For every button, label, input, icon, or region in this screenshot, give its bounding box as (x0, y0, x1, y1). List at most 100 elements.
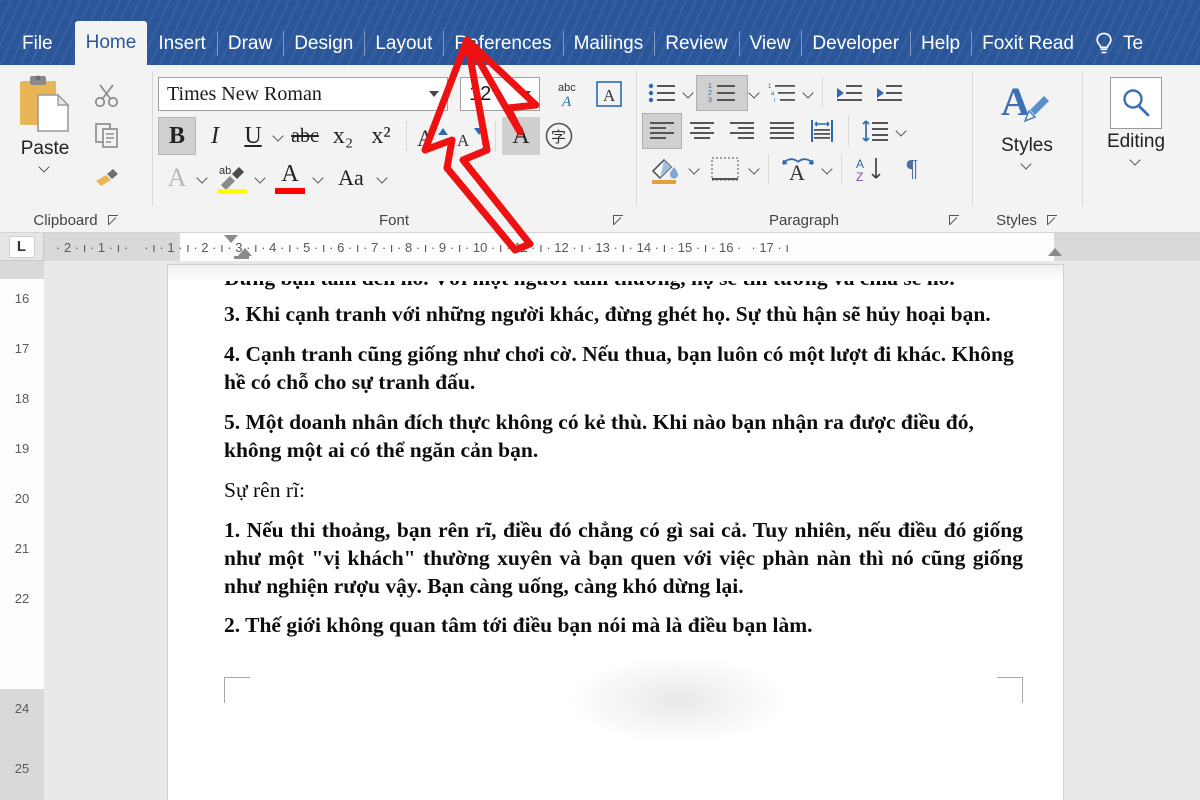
clear-formatting-button[interactable]: A (502, 117, 540, 155)
text-effects-button[interactable]: A (158, 159, 196, 197)
format-painter-button[interactable] (84, 155, 130, 195)
spelling-check-button[interactable]: abc A (552, 75, 590, 113)
font-size-value: 12 (469, 82, 492, 105)
align-right-button[interactable] (722, 113, 762, 149)
chevron-down-icon[interactable] (312, 171, 326, 185)
chevron-down-icon[interactable] (802, 86, 816, 100)
chevron-down-icon[interactable] (38, 160, 52, 174)
styles-dialog-launcher-icon[interactable] (1046, 214, 1058, 226)
align-center-button[interactable] (682, 113, 722, 149)
ribbon-tab-layout[interactable]: Layout (364, 22, 443, 65)
ribbon-tab-bar: File Home Insert Draw Design Layout Refe… (0, 0, 1200, 65)
sort-button[interactable]: A Z (848, 151, 892, 187)
shading-button[interactable] (642, 151, 688, 187)
numbering-button[interactable]: 1 2 3 (696, 75, 748, 111)
bullets-button[interactable] (642, 75, 682, 111)
ribbon-tab-foxit-read[interactable]: Foxit Read (971, 22, 1085, 65)
ribbon-tab-mailings[interactable]: Mailings (562, 22, 655, 65)
styles-button[interactable]: A Styles (981, 71, 1073, 208)
chevron-down-icon[interactable] (748, 86, 762, 100)
bold-button[interactable]: B (158, 117, 196, 155)
underline-button[interactable]: U (234, 117, 272, 155)
chevron-down-icon[interactable] (1129, 153, 1143, 167)
ribbon-tab-design[interactable]: Design (283, 22, 364, 65)
tab-stop-selector[interactable]: L (0, 233, 44, 261)
document-page[interactable]: Đừng bận tâm đến nó. Với một người tầm t… (168, 265, 1063, 800)
vruler-tick-17: 17 (14, 341, 30, 356)
change-case-button[interactable]: Aa (326, 159, 376, 197)
subscript-button[interactable]: x₂ (324, 117, 362, 155)
vertical-ruler[interactable]: 16 17 18 19 20 21 22 24 25 (0, 261, 44, 800)
right-indent-marker[interactable] (1048, 248, 1062, 256)
hanging-indent-marker[interactable] (238, 248, 252, 256)
cut-button[interactable] (84, 75, 130, 115)
ribbon-tab-view[interactable]: View (738, 22, 802, 65)
paragraph-2b: 2. Thế giới không quan tâm tới điều bạn … (224, 613, 813, 638)
justify-button[interactable] (762, 113, 802, 149)
line-spacing-icon (862, 120, 888, 142)
chevron-down-icon[interactable] (895, 124, 909, 138)
chevron-down-icon[interactable] (682, 86, 696, 100)
shrink-font-button[interactable]: A (451, 117, 489, 155)
copy-icon (95, 123, 118, 148)
font-name-combobox[interactable]: Times New Roman (158, 77, 448, 111)
document-text-body[interactable]: Đừng bận tâm đến nó. Với một người tầm t… (224, 281, 1023, 652)
decrease-indent-button[interactable] (829, 75, 869, 111)
tell-me-area[interactable]: Te (1093, 22, 1143, 65)
font-size-combobox[interactable]: 12 (460, 77, 540, 111)
ribbon-tab-review[interactable]: Review (654, 22, 738, 65)
first-line-indent-marker[interactable] (224, 235, 238, 243)
horizontal-ruler[interactable]: · 2 · ı · 1 · ı · · ı · 1 · ı · 2 · ı · … (44, 233, 1200, 261)
line-spacing-button[interactable] (855, 113, 895, 149)
chevron-down-icon[interactable] (429, 91, 439, 97)
align-left-button[interactable] (642, 113, 682, 149)
chevron-down-icon[interactable] (748, 162, 762, 176)
chevron-down-icon[interactable] (376, 171, 390, 185)
clipboard-dialog-launcher-icon[interactable] (107, 214, 119, 226)
ribbon-tab-insert[interactable]: Insert (147, 22, 217, 65)
chevron-down-icon[interactable] (196, 171, 210, 185)
show-formatting-marks-button[interactable]: ¶ (892, 151, 932, 187)
chevron-down-icon[interactable] (521, 91, 531, 97)
distributed-button[interactable] (802, 113, 842, 149)
text-highlight-box-button[interactable]: A (590, 75, 628, 113)
chevron-down-icon[interactable] (272, 129, 286, 143)
paragraph-list-row: 1 2 3 1 a i (642, 75, 966, 111)
ribbon-tab-draw[interactable]: Draw (216, 22, 283, 65)
chevron-down-icon[interactable] (254, 171, 268, 185)
chevron-down-icon[interactable] (1020, 157, 1034, 171)
format-painter-icon (96, 169, 118, 186)
paragraph-dialog-launcher-icon[interactable] (949, 214, 960, 226)
grow-font-button[interactable]: A (413, 117, 451, 155)
ribbon-tab-file[interactable]: File (0, 22, 75, 65)
increase-indent-button[interactable] (869, 75, 909, 111)
numbering-icon: 1 2 3 (708, 83, 735, 104)
asian-layout-button[interactable]: A (775, 151, 821, 187)
copy-button[interactable] (84, 115, 130, 155)
font-dialog-launcher-icon[interactable] (613, 214, 624, 226)
lightbulb-icon (1096, 32, 1112, 53)
ribbon-tab-references[interactable]: References (443, 22, 562, 65)
chevron-down-icon[interactable] (688, 162, 702, 176)
paste-button[interactable]: Paste (6, 73, 84, 174)
vruler-tick-18: 18 (14, 391, 30, 406)
font-group-label-row: Font (158, 208, 630, 232)
text-highlight-color-button[interactable]: ab (210, 159, 254, 197)
italic-button[interactable]: I (196, 117, 234, 155)
superscript-button[interactable]: x² (362, 117, 400, 155)
highlight-color-swatch (217, 188, 247, 194)
ribbon-tab-home[interactable]: Home (74, 21, 148, 65)
left-indent-marker[interactable] (234, 256, 249, 259)
font-color-button[interactable]: A (268, 159, 312, 197)
ribbon-tab-developer[interactable]: Developer (801, 22, 910, 65)
editing-button[interactable]: Editing (1090, 71, 1182, 208)
document-canvas[interactable]: Đừng bận tâm đến nó. Với một người tầm t… (44, 261, 1200, 800)
chevron-down-icon[interactable] (821, 162, 835, 176)
borders-button[interactable] (702, 151, 748, 187)
multilevel-list-button[interactable]: 1 a i (762, 75, 802, 111)
ribbon-tab-help[interactable]: Help (910, 22, 971, 65)
strikethrough-button[interactable]: abc (286, 117, 324, 155)
divider (406, 121, 407, 151)
phonetic-guide-button[interactable]: 字 (540, 117, 578, 155)
svg-text:A: A (417, 126, 434, 151)
